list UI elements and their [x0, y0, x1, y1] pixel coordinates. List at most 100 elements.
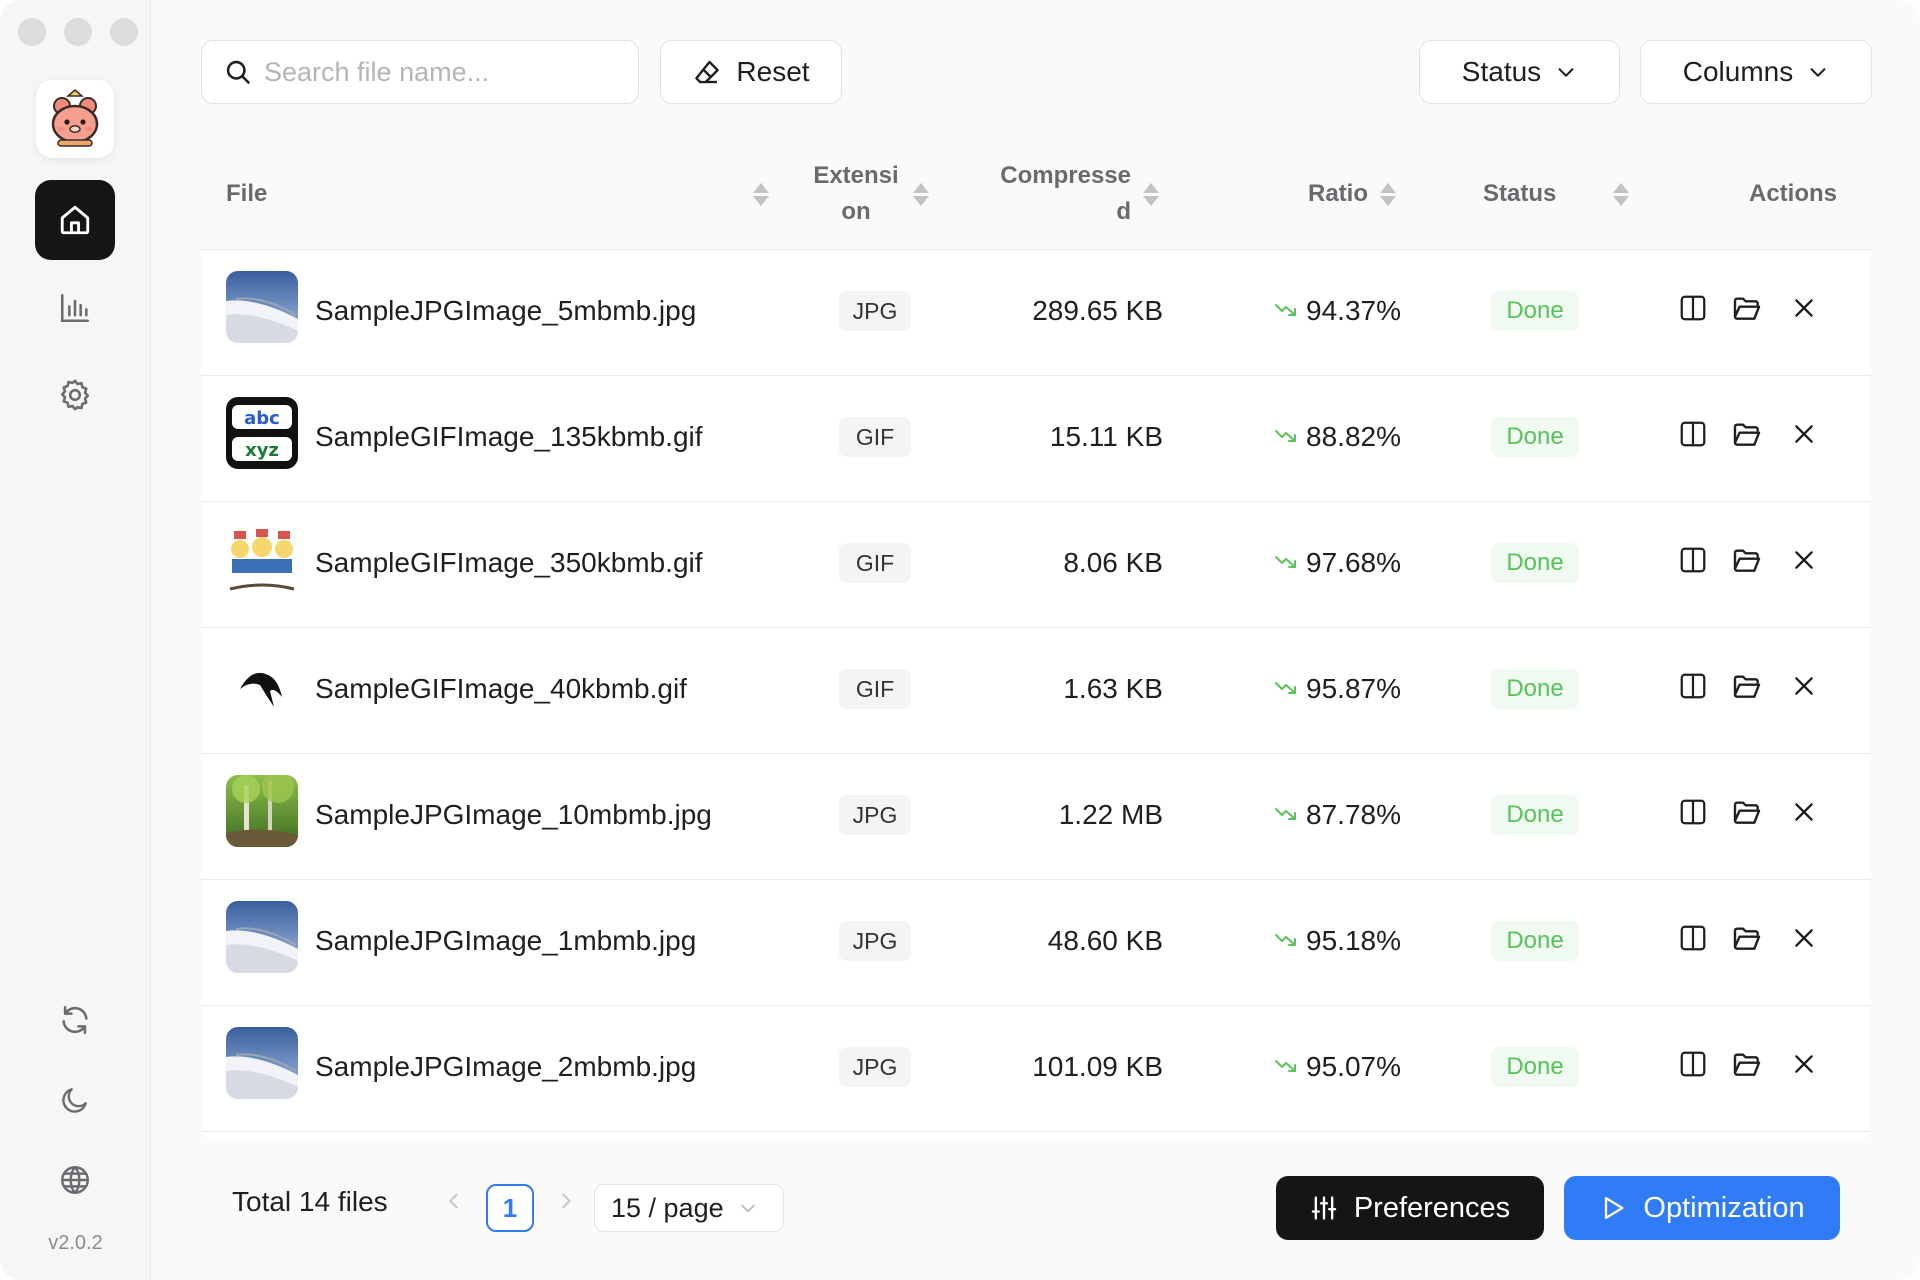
- minimize-window-button[interactable]: [64, 18, 92, 46]
- column-header-status-sort[interactable]: [1601, 138, 1629, 250]
- open-folder-button[interactable]: [1729, 922, 1765, 958]
- ratio-value: 95.18%: [1306, 925, 1401, 956]
- compare-button[interactable]: [1675, 544, 1711, 580]
- close-window-button[interactable]: [18, 18, 46, 46]
- status-filter-dropdown[interactable]: Status: [1419, 40, 1620, 104]
- column-header-ratio-label: Ratio: [1308, 180, 1368, 207]
- compare-button[interactable]: [1675, 1048, 1711, 1084]
- open-folder-button[interactable]: [1729, 670, 1765, 706]
- globe-icon: [61, 1166, 89, 1194]
- theme-toggle-button[interactable]: [55, 1080, 95, 1120]
- prev-page-button[interactable]: [443, 1188, 465, 1221]
- file-thumbnail: [226, 649, 298, 721]
- reset-button[interactable]: Reset: [660, 40, 842, 104]
- ratio-value: 88.82%: [1306, 421, 1401, 452]
- search-icon: [226, 60, 250, 84]
- folder-open-icon: [1731, 922, 1763, 959]
- file-extension-tag: JPG: [839, 1047, 911, 1087]
- remove-file-button[interactable]: [1786, 1048, 1822, 1084]
- compare-button[interactable]: [1675, 922, 1711, 958]
- column-header-extension[interactable]: Extension: [811, 138, 931, 250]
- table-row[interactable]: SampleJPGImage_5mbmb.jpg JPG 289.65 KB 9…: [201, 250, 1871, 376]
- column-header-compressed[interactable]: Compressed: [991, 138, 1171, 250]
- close-icon: [1791, 421, 1817, 452]
- compressed-size: 15.11 KB: [1049, 421, 1163, 452]
- columns-dropdown-label: Columns: [1682, 56, 1794, 87]
- split-view-icon: [1678, 419, 1708, 454]
- open-folder-button[interactable]: [1729, 418, 1765, 454]
- page-size-select[interactable]: 15 / page: [594, 1184, 784, 1232]
- split-view-icon: [1678, 293, 1708, 328]
- ratio-value: 94.37%: [1306, 295, 1401, 326]
- ratio-value: 95.07%: [1306, 1051, 1401, 1082]
- status-filter-label: Status: [1461, 56, 1542, 87]
- remove-file-button[interactable]: [1786, 418, 1822, 454]
- status-badge: Done: [1491, 1047, 1579, 1087]
- file-name: SampleGIFImage_40kbmb.gif: [315, 673, 687, 704]
- compare-button[interactable]: [1675, 796, 1711, 832]
- compression-ratio: 94.37%: [1274, 250, 1401, 372]
- compare-button[interactable]: [1675, 418, 1711, 454]
- search-input[interactable]: [264, 56, 624, 88]
- language-button[interactable]: [55, 1160, 95, 1200]
- table-row[interactable]: SampleJPGImage_10mbmb.jpg JPG 1.22 MB 87…: [201, 754, 1871, 880]
- column-header-status[interactable]: Status: [1483, 138, 1556, 250]
- table-row[interactable]: SampleJPGImage_2mbmb.jpg JPG 101.09 KB 9…: [201, 1006, 1871, 1132]
- column-header-actions: Actions: [1749, 138, 1837, 250]
- open-folder-button[interactable]: [1729, 292, 1765, 328]
- remove-file-button[interactable]: [1786, 922, 1822, 958]
- app-version: v2.0.2: [48, 1232, 103, 1254]
- app-window: v2.0.2 Reset Status Columns File: [0, 0, 1920, 1280]
- split-view-icon: [1678, 797, 1708, 832]
- sidebar-item-settings[interactable]: [55, 375, 95, 415]
- file-table: File Extension Compressed Ratio Status A…: [201, 138, 1871, 1141]
- close-icon: [1791, 295, 1817, 326]
- open-folder-button[interactable]: [1729, 544, 1765, 580]
- remove-file-button[interactable]: [1786, 796, 1822, 832]
- file-thumbnail: [226, 523, 298, 595]
- compressed-size: 8.06 KB: [1063, 547, 1163, 578]
- moon-icon: [62, 1088, 87, 1113]
- optimization-button-label: Optimization: [1643, 1191, 1805, 1224]
- table-row[interactable]: SampleGIFImage_40kbmb.gif GIF 1.63 KB 95…: [201, 628, 1871, 754]
- column-header-ratio[interactable]: Ratio: [1308, 138, 1396, 250]
- folder-open-icon: [1731, 796, 1763, 833]
- column-header-file[interactable]: File: [226, 138, 267, 250]
- sort-icon: [1613, 182, 1629, 206]
- folder-open-icon: [1731, 670, 1763, 707]
- file-name: SampleGIFImage_135kbmb.gif: [315, 421, 703, 452]
- app-logo: [36, 80, 114, 158]
- compare-button[interactable]: [1675, 670, 1711, 706]
- refresh-button[interactable]: [55, 1000, 95, 1040]
- page-size-value: 15 / page: [611, 1192, 724, 1223]
- compare-button[interactable]: [1675, 292, 1711, 328]
- next-page-button[interactable]: [555, 1188, 577, 1221]
- remove-file-button[interactable]: [1786, 544, 1822, 580]
- trend-down-icon: [1274, 295, 1298, 327]
- sidebar-item-home[interactable]: [35, 180, 115, 260]
- sort-icon: [1380, 182, 1396, 206]
- table-row[interactable]: abc xyz SampleGIFImage_135kbmb.gif GIF 15…: [201, 376, 1871, 502]
- remove-file-button[interactable]: [1786, 670, 1822, 706]
- table-row[interactable]: SampleGIFImage_350kbmb.gif GIF 8.06 KB 9…: [201, 502, 1871, 628]
- maximize-window-button[interactable]: [110, 18, 138, 46]
- open-folder-button[interactable]: [1729, 796, 1765, 832]
- search-box[interactable]: [201, 40, 639, 104]
- column-header-file-sort[interactable]: [741, 138, 769, 250]
- page-number-current[interactable]: 1: [486, 1184, 534, 1232]
- sidebar-item-stats[interactable]: [55, 288, 95, 328]
- columns-dropdown[interactable]: Columns: [1640, 40, 1872, 104]
- column-header-compressed-label: Compressed: [1000, 162, 1131, 225]
- file-thumbnail: [226, 271, 298, 343]
- file-extension-tag: GIF: [839, 543, 911, 583]
- file-name: SampleGIFImage_350kbmb.gif: [315, 547, 703, 578]
- optimization-button[interactable]: Optimization: [1564, 1176, 1840, 1240]
- chevron-down-icon: [740, 1204, 755, 1213]
- reset-button-label: Reset: [736, 56, 810, 87]
- preferences-button[interactable]: Preferences: [1276, 1176, 1544, 1240]
- file-extension-tag: JPG: [839, 291, 911, 331]
- open-folder-button[interactable]: [1729, 1048, 1765, 1084]
- folder-open-icon: [1731, 1048, 1763, 1085]
- table-row[interactable]: SampleJPGImage_1mbmb.jpg JPG 48.60 KB 95…: [201, 880, 1871, 1006]
- remove-file-button[interactable]: [1786, 292, 1822, 328]
